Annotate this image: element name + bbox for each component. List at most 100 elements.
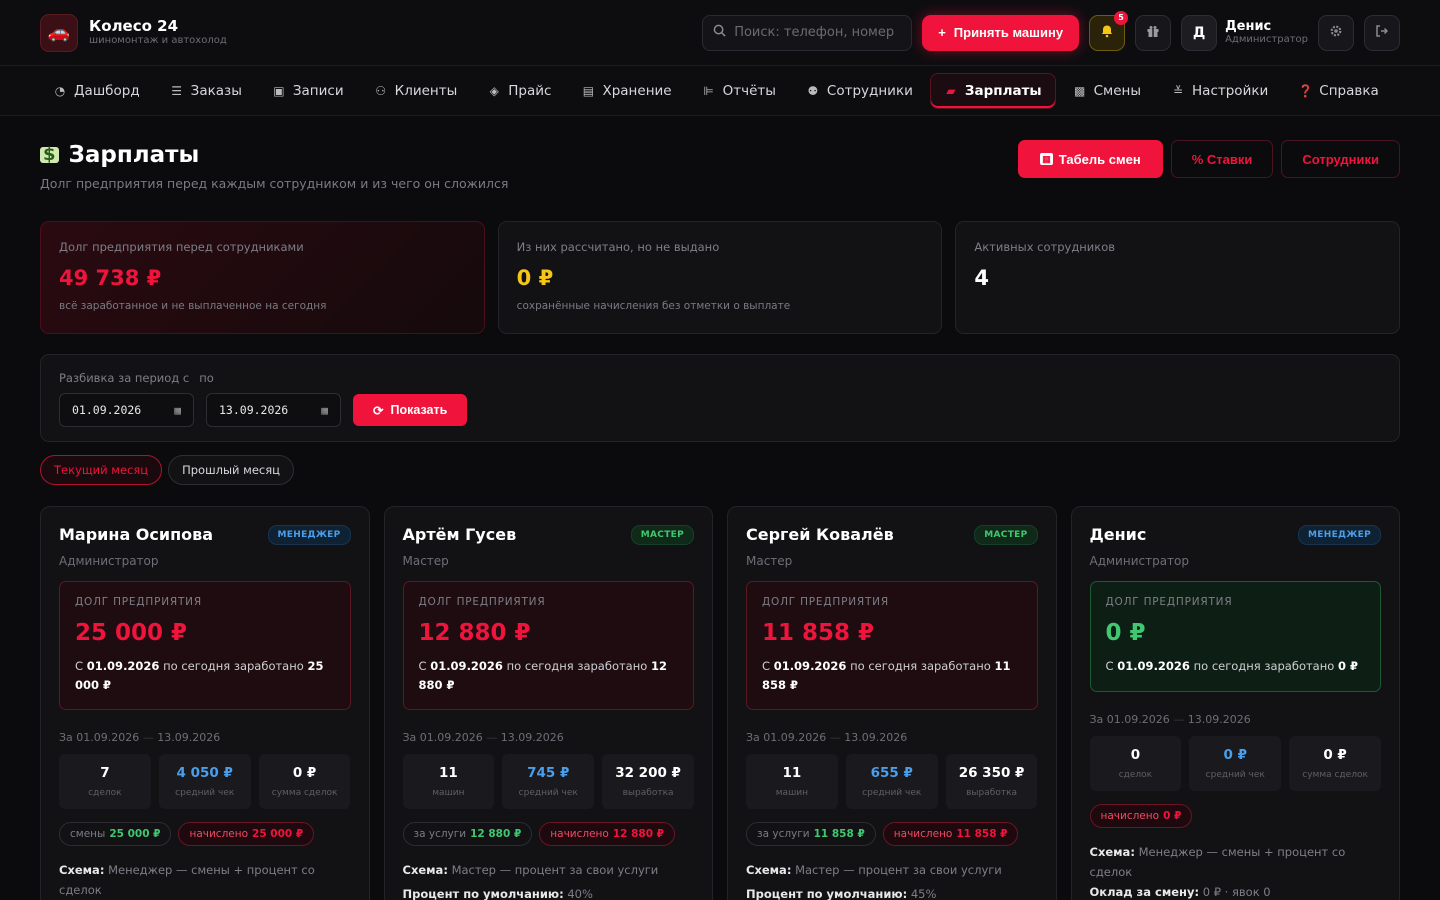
calendar-icon[interactable]: ▦ bbox=[321, 404, 328, 417]
nav-item-staff[interactable]: ⚉ Сотрудники bbox=[793, 73, 926, 109]
notifications-button[interactable]: 5 bbox=[1089, 10, 1129, 51]
timesheet-button[interactable]: ▦ Табель смен bbox=[1018, 140, 1163, 178]
period-range: За 01.09.2026 — 13.09.2026 bbox=[746, 731, 908, 744]
mini-stat-deals: 0 сделок bbox=[1089, 736, 1182, 791]
user-menu[interactable]: Д Денис Администратор bbox=[1181, 14, 1308, 51]
bell-icon bbox=[1100, 24, 1114, 42]
logout-icon bbox=[1375, 24, 1389, 42]
scheme-label: Схема: bbox=[746, 863, 792, 877]
mini-stat-value: 0 ₽ bbox=[1323, 747, 1347, 763]
mini-stat-value: 0 ₽ bbox=[1223, 747, 1247, 763]
nav-label: Записи bbox=[292, 82, 344, 99]
gift-button[interactable] bbox=[1135, 14, 1172, 51]
settings-button[interactable] bbox=[1318, 14, 1354, 51]
users-icon: ⚇ bbox=[375, 83, 386, 98]
accrued-pill: начислено 25 000 ₽ bbox=[178, 822, 315, 846]
rates-button[interactable]: % Ставки bbox=[1170, 140, 1274, 178]
debt-box: ДОЛГ ПРЕДПРИЯТИЯ 11 858 ₽ С 01.09.2026 п… bbox=[746, 581, 1038, 710]
show-button[interactable]: ⟳ Показать bbox=[353, 394, 468, 426]
stat-label: Из них рассчитано, но не выдано bbox=[516, 240, 720, 254]
stat-label: Активных сотрудников bbox=[974, 240, 1116, 254]
period-range-from: За 01.09.2026 bbox=[59, 731, 140, 744]
stat-note: всё заработанное и не выплаченное на сег… bbox=[59, 300, 327, 312]
nav-item-orders[interactable]: ☰ Заказы bbox=[157, 73, 255, 109]
timesheet-label: Табель смен bbox=[1058, 151, 1141, 167]
stat-label: Долг предприятия перед сотрудниками bbox=[59, 240, 304, 254]
staff-button[interactable]: Сотрудники bbox=[1281, 140, 1400, 178]
calendar-icon[interactable]: ▦ bbox=[174, 404, 181, 417]
chip-previous-month[interactable]: Прошлый месяц bbox=[168, 455, 294, 485]
stat-card-total-debt: Долг предприятия перед сотрудниками 49 7… bbox=[40, 221, 485, 334]
debt-from-date: 01.09.2026 bbox=[86, 659, 160, 673]
mini-stat-value: 11 bbox=[439, 765, 458, 781]
nav-label: Отчёты bbox=[722, 82, 776, 99]
scheme-label: Схема: bbox=[59, 863, 105, 877]
employee-role: Мастер bbox=[746, 554, 793, 568]
mini-stat-label: сумма сделок bbox=[271, 788, 338, 798]
plus-icon: + bbox=[938, 25, 946, 40]
stat-note: сохранённые начисления без отметки о вып… bbox=[516, 300, 791, 312]
period-range: За 01.09.2026 — 13.09.2026 bbox=[59, 731, 221, 744]
mini-stat-deals: 7 сделок bbox=[59, 754, 151, 809]
logout-button[interactable] bbox=[1364, 14, 1400, 51]
user-name: Денис bbox=[1225, 19, 1272, 34]
page-title-text: Зарплаты bbox=[68, 142, 200, 168]
nav-item-dashboard[interactable]: ◔ Дашборд bbox=[40, 73, 153, 109]
debt-title: ДОЛГ ПРЕДПРИЯТИЯ bbox=[1105, 596, 1233, 608]
mini-stat-label: сделок bbox=[1118, 770, 1153, 780]
mini-stat-value: 32 200 ₽ bbox=[615, 765, 681, 781]
employee-card: Марина Осипова МЕНЕДЖЕР Администратор ДО… bbox=[40, 506, 370, 900]
pill-prefix: начислено bbox=[550, 828, 609, 840]
default-percent-label: Процент по умолчанию: bbox=[402, 887, 564, 900]
chart-pie-icon: ◔ bbox=[54, 83, 66, 98]
search-box[interactable] bbox=[702, 14, 913, 51]
employee-role: Администратор bbox=[59, 554, 159, 568]
nav-item-salaries[interactable]: ▰ Зарплаты bbox=[929, 72, 1056, 109]
debt-prefix: С bbox=[762, 659, 771, 673]
role-badge: МЕНЕДЖЕР bbox=[1298, 525, 1381, 545]
nav-item-reports[interactable]: ⊫ Отчёты bbox=[689, 73, 789, 109]
debt-value: 11 858 ₽ bbox=[762, 620, 875, 646]
period-from-label: Разбивка за период с bbox=[59, 371, 190, 385]
search-input[interactable] bbox=[734, 25, 895, 40]
brand: Колесо 24 шиномонтаж и автохолод bbox=[89, 18, 227, 47]
debt-box: ДОЛГ ПРЕДПРИЯТИЯ 25 000 ₽ С 01.09.2026 п… bbox=[59, 581, 351, 710]
services-pill: за услуги 11 858 ₽ bbox=[746, 822, 876, 846]
debt-mid-text: по сегодня заработано bbox=[506, 659, 648, 673]
nav-item-shifts[interactable]: ▩ Смены bbox=[1060, 73, 1154, 109]
car-logo-icon[interactable]: 🚗 bbox=[40, 13, 78, 52]
pill-value: 0 ₽ bbox=[1163, 810, 1182, 822]
nav-item-prices[interactable]: ◈ Прайс bbox=[474, 73, 564, 109]
debt-value: 25 000 ₽ bbox=[75, 620, 188, 646]
employee-name: Сергей Ковалёв bbox=[746, 525, 894, 544]
notification-count-badge: 5 bbox=[1114, 10, 1129, 25]
mini-stat-value: 0 ₽ bbox=[292, 765, 317, 781]
nav-item-help[interactable]: ❓ Справка bbox=[1285, 73, 1391, 109]
period-range: За 01.09.2026 — 13.09.2026 bbox=[1089, 713, 1251, 726]
accept-car-button[interactable]: + Принять машину bbox=[922, 14, 1080, 51]
debt-title: ДОЛГ ПРЕДПРИЯТИЯ bbox=[75, 596, 202, 608]
employee-card: Денис МЕНЕДЖЕР Администратор ДОЛГ ПРЕДПР… bbox=[1070, 506, 1400, 900]
chip-current-month[interactable]: Текущий месяц bbox=[40, 455, 163, 485]
nav-label: Прайс bbox=[508, 82, 552, 99]
debt-description: С 01.09.2026 по сегодня заработано 25 00… bbox=[75, 657, 335, 695]
date-to-input[interactable]: 13.09.2026 ▦ bbox=[206, 393, 341, 427]
stat-value: 49 738 ₽ bbox=[59, 266, 162, 290]
date-from-input[interactable]: 01.09.2026 ▦ bbox=[59, 393, 194, 427]
nav-label: Заказы bbox=[190, 82, 242, 99]
nav-item-settings[interactable]: ≚ Настройки bbox=[1158, 73, 1281, 109]
gear-icon bbox=[1329, 24, 1343, 42]
mini-stat-label: машин bbox=[775, 788, 809, 798]
nav-item-storage[interactable]: ▤ Хранение bbox=[568, 73, 684, 109]
pill-value: 25 000 ₽ bbox=[252, 828, 304, 840]
nav-item-appointments[interactable]: ▣ Записи bbox=[259, 73, 357, 109]
debt-from-date: 01.09.2026 bbox=[430, 659, 503, 673]
pay-scheme: Схема: Мастер — процент за свои услуги П… bbox=[746, 860, 1038, 900]
salaries-page: $ Зарплаты Долг предприятия перед каждым… bbox=[0, 116, 1440, 900]
nav-item-clients[interactable]: ⚇ Клиенты bbox=[361, 73, 471, 109]
default-percent-value: 45% bbox=[910, 887, 937, 900]
calendar-icon: ▣ bbox=[273, 83, 285, 98]
debt-mid-text: по сегодня заработано bbox=[163, 659, 304, 673]
debt-value: 12 880 ₽ bbox=[418, 620, 531, 646]
avatar[interactable]: Д bbox=[1181, 14, 1218, 51]
